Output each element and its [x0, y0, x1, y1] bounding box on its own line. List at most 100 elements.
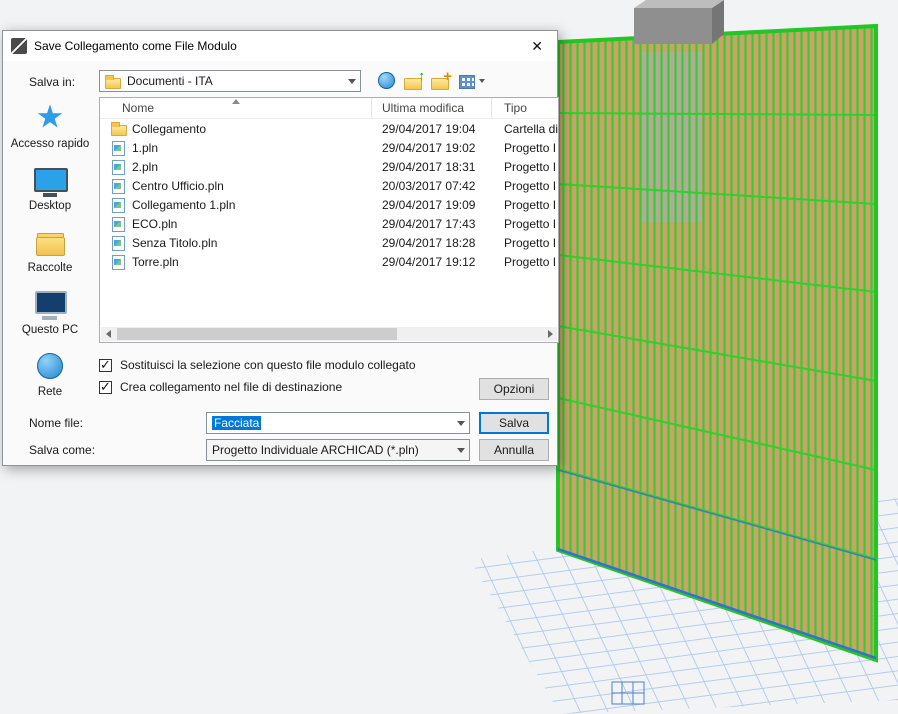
dialog-toolbar	[375, 68, 488, 93]
file-modified: 29/04/2017 18:31	[382, 159, 476, 174]
file-type-icon	[110, 178, 128, 194]
file-list: Collegamento 29/04/2017 19:04 Cartella d…	[100, 119, 558, 271]
file-name-dropdown[interactable]	[452, 413, 469, 433]
folder-icon	[105, 74, 121, 89]
chevron-down-icon	[347, 78, 356, 84]
rooftop-core	[634, 0, 724, 44]
save-button[interactable]: Salva	[479, 412, 549, 434]
save-as-type-dropdown[interactable]	[452, 440, 469, 460]
sidebar-label: Raccolte	[27, 262, 73, 274]
horizontal-scrollbar[interactable]	[101, 327, 557, 341]
places-sidebar: Accesso rapido Desktop Raccolte Questo P…	[3, 97, 97, 407]
file-type-icon	[110, 159, 128, 175]
sidebar-label: Questo PC	[21, 324, 79, 336]
file-type-icon	[110, 121, 128, 137]
sidebar-item[interactable]: Accesso rapido	[3, 97, 97, 159]
file-type-icon	[110, 254, 128, 270]
file-modified: 29/04/2017 19:02	[382, 140, 476, 155]
file-type-icon	[110, 140, 128, 156]
file-browser: Nome Ultima modifica Tipo Collegamento 2…	[99, 97, 559, 343]
save-as-type-combo[interactable]: Progetto Individuale ARCHICAD (*.pln)	[206, 439, 470, 461]
sidebar-icon	[30, 349, 70, 385]
file-name-combo[interactable]: Facciata	[206, 412, 470, 434]
sidebar-icon	[30, 163, 70, 199]
chevron-down-icon	[456, 420, 465, 426]
chevron-down-icon	[456, 447, 465, 453]
sidebar-icon	[30, 225, 70, 261]
column-header-ultima-modifica[interactable]: Ultima modifica	[372, 98, 492, 118]
file-type: Progetto I	[504, 216, 557, 231]
cancel-button[interactable]: Annulla	[479, 439, 549, 461]
checkbox-label: Crea collegamento nel file di destinazio…	[120, 380, 343, 394]
column-header-tipo[interactable]: Tipo	[492, 98, 558, 118]
file-row[interactable]: Senza Titolo.pln 29/04/2017 18:28 Proget…	[100, 233, 558, 252]
sort-asc-icon	[232, 99, 240, 104]
up-one-level-icon[interactable]	[402, 68, 426, 93]
save-as-type-value: Progetto Individuale ARCHICAD (*.pln)	[212, 443, 419, 457]
file-modified: 29/04/2017 19:12	[382, 254, 476, 269]
archicad-app-icon	[11, 38, 27, 54]
file-type-icon	[110, 235, 128, 251]
checkbox[interactable]	[99, 379, 112, 395]
file-row[interactable]: ECO.pln 29/04/2017 17:43 Progetto I	[100, 214, 558, 233]
file-modified: 20/03/2017 07:42	[382, 178, 476, 193]
file-name-label: Nome file:	[29, 416, 84, 430]
dialog-titlebar[interactable]: Save Collegamento come File Modulo ✕	[3, 31, 557, 61]
save-in-dropdown[interactable]	[343, 71, 360, 91]
file-type: Progetto I	[504, 197, 557, 212]
file-name: Collegamento	[132, 121, 207, 136]
sidebar-item[interactable]: Desktop	[3, 159, 97, 221]
file-name: ECO.pln	[132, 216, 178, 231]
save-module-dialog: Save Collegamento come File Modulo ✕ Sal…	[2, 30, 559, 466]
file-type: Progetto I	[504, 235, 557, 250]
options-button[interactable]: Opzioni	[479, 378, 549, 400]
scroll-left-icon[interactable]	[101, 327, 115, 341]
create-new-folder-icon[interactable]	[429, 68, 453, 93]
scroll-right-icon[interactable]	[543, 327, 557, 341]
sidebar-item[interactable]: Raccolte	[3, 221, 97, 283]
save-in-label: Salva in:	[29, 75, 76, 89]
sidebar-icon	[30, 101, 70, 137]
module-options: Sostituisci la selezione con questo file…	[99, 357, 416, 402]
view-menu-icon[interactable]	[456, 69, 488, 93]
file-modified: 29/04/2017 19:09	[382, 197, 476, 212]
checkbox-label: Sostituisci la selezione con questo file…	[120, 358, 416, 372]
file-modified: 29/04/2017 17:43	[382, 216, 476, 231]
save-in-combo[interactable]: Documenti - ITA	[99, 70, 361, 92]
close-icon[interactable]: ✕	[527, 36, 547, 57]
file-name: Torre.pln	[132, 254, 179, 269]
file-type: Cartella di	[504, 121, 558, 136]
file-type: Progetto I	[504, 178, 557, 193]
option-row[interactable]: Sostituisci la selezione con questo file…	[99, 357, 416, 373]
option-row[interactable]: Crea collegamento nel file di destinazio…	[99, 379, 416, 395]
checkbox[interactable]	[99, 357, 112, 373]
file-type: Progetto I	[504, 254, 557, 269]
save-as-type-label: Salva come:	[29, 443, 96, 457]
file-row[interactable]: Centro Ufficio.pln 20/03/2017 07:42 Prog…	[100, 176, 558, 195]
file-name: 2.pln	[132, 159, 159, 174]
file-modified: 29/04/2017 18:28	[382, 235, 476, 250]
file-name: 1.pln	[132, 140, 159, 155]
selected-building-module	[556, 23, 878, 663]
sidebar-item[interactable]: Questo PC	[3, 283, 97, 345]
sidebar-label: Rete	[37, 386, 63, 398]
file-row[interactable]: 2.pln 29/04/2017 18:31 Progetto I	[100, 157, 558, 176]
go-to-last-folder-icon[interactable]	[375, 69, 399, 93]
dialog-title: Save Collegamento come File Modulo	[34, 39, 237, 53]
file-name: Collegamento 1.pln	[132, 197, 236, 212]
file-type-icon	[110, 197, 128, 213]
sidebar-label: Accesso rapido	[10, 138, 90, 150]
file-name-input[interactable]: Facciata	[212, 416, 262, 430]
file-type: Progetto I	[504, 140, 557, 155]
file-name: Senza Titolo.pln	[132, 235, 218, 250]
sidebar-item[interactable]: Rete	[3, 345, 97, 407]
scrollbar-thumb[interactable]	[117, 328, 397, 340]
file-row[interactable]: 1.pln 29/04/2017 19:02 Progetto I	[100, 138, 558, 157]
file-name: Centro Ufficio.pln	[132, 178, 224, 193]
file-modified: 29/04/2017 19:04	[382, 121, 476, 136]
file-row[interactable]: Collegamento 29/04/2017 19:04 Cartella d…	[100, 119, 558, 138]
file-type-icon	[110, 216, 128, 232]
file-row[interactable]: Torre.pln 29/04/2017 19:12 Progetto I	[100, 252, 558, 271]
file-type: Progetto I	[504, 159, 557, 174]
file-row[interactable]: Collegamento 1.pln 29/04/2017 19:09 Prog…	[100, 195, 558, 214]
